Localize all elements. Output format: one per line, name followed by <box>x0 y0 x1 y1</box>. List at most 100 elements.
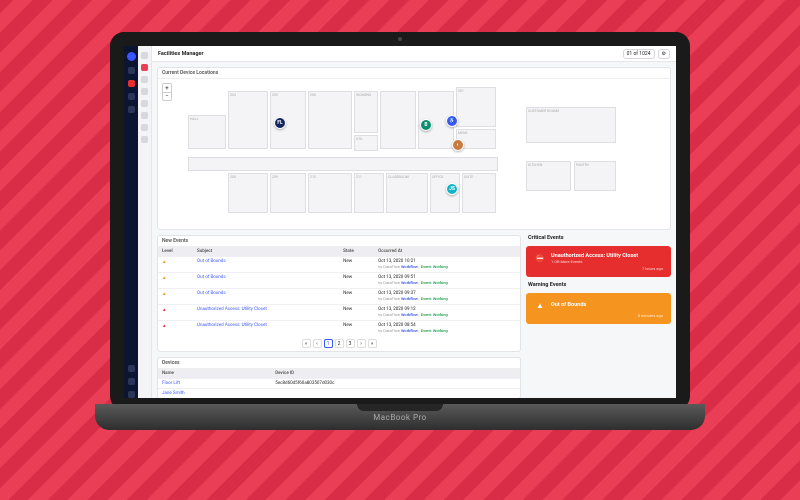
room: 208 <box>228 173 268 213</box>
event-subject[interactable]: Out of Bounds <box>193 289 339 305</box>
warning-event-card[interactable]: ▲ Out of Bounds 5 minutes ago <box>526 293 671 324</box>
floorplan-canvas: HALL204205206WOMENSUTIL201MENSCUSTOMER R… <box>188 87 662 221</box>
critical-event-time: 7 hours ago <box>534 266 663 271</box>
event-row[interactable]: ▲Unauthorized Access: Utility ClosetNewO… <box>158 321 520 337</box>
secondary-nav-rail <box>138 46 152 398</box>
event-occurred: Oct 13, 2020 08:54by DataFlow Workflow ·… <box>374 321 520 337</box>
critical-events-heading: Critical Events <box>526 235 671 241</box>
room: CLASSROOM <box>386 173 428 213</box>
col-device-id[interactable]: Device ID <box>271 369 520 379</box>
events-table: Level Subject State Occurred At ▲Out of … <box>158 247 520 336</box>
room: 206 <box>308 91 352 149</box>
laptop-brand-label: MacBook Pro <box>373 413 426 422</box>
devices-table-card: Devices Name Device ID Floor Lift5ec8d60… <box>157 357 521 398</box>
room <box>188 157 498 171</box>
nav-item-bottom-3[interactable] <box>128 391 135 398</box>
app-screen: Facilities Manager 01 of 1024 ⚙ Current … <box>124 46 676 398</box>
device-name[interactable]: Floor Lift <box>158 379 271 389</box>
nav-item-bottom-1[interactable] <box>128 365 135 372</box>
sec-nav-active[interactable] <box>141 64 148 71</box>
event-state: New <box>339 257 374 273</box>
sec-nav-3[interactable] <box>141 76 148 83</box>
zoom-control: + − <box>162 83 172 101</box>
event-row[interactable]: ▲Out of BoundsNewOct 13, 2020 09:51by Da… <box>158 273 520 289</box>
event-row[interactable]: ▲Out of BoundsNewOct 13, 2020 10:21by Da… <box>158 257 520 273</box>
col-device-name[interactable]: Name <box>158 369 271 379</box>
nav-item-alert[interactable] <box>128 80 135 87</box>
device-name[interactable]: Jane Smith <box>158 389 271 399</box>
event-subject[interactable]: Unauthorized Access: Utility Closet <box>193 305 339 321</box>
device-pin[interactable]: ◐ <box>452 139 464 151</box>
events-pagination: «‹123›» <box>158 336 520 351</box>
event-row[interactable]: ▲Out of BoundsNewOct 13, 2020 09:37by Da… <box>158 289 520 305</box>
page-header: Facilities Manager 01 of 1024 ⚙ <box>152 46 676 62</box>
sec-nav-6[interactable] <box>141 112 148 119</box>
room: 201 <box>456 87 496 127</box>
nav-item-4[interactable] <box>128 106 135 113</box>
critical-event-card[interactable]: ⛔ Unauthorized Access: Utility Closet 1 … <box>526 246 671 277</box>
event-state: New <box>339 321 374 337</box>
warning-triangle-icon: ▲ <box>534 299 546 311</box>
laptop-frame: Facilities Manager 01 of 1024 ⚙ Current … <box>95 32 705 447</box>
events-table-card: New Events Level Subject State Occurred … <box>157 235 521 352</box>
page-button[interactable]: ‹ <box>313 339 322 348</box>
event-state: New <box>339 305 374 321</box>
sec-nav-7[interactable] <box>141 124 148 131</box>
zoom-in-button[interactable]: + <box>163 84 171 92</box>
page-button[interactable]: 1 <box>324 339 333 348</box>
device-pin[interactable]: ♿ <box>446 115 458 127</box>
col-subject[interactable]: Subject <box>193 247 339 257</box>
page-button[interactable]: 2 <box>335 339 344 348</box>
events-table-title: New Events <box>158 236 520 247</box>
warning-event-time: 5 minutes ago <box>534 313 663 318</box>
device-row[interactable]: Floor Lift5ec8d60d5f60a803507d030c <box>158 379 520 389</box>
room: KITCHEN <box>526 161 571 191</box>
nav-item-bottom-2[interactable] <box>128 378 135 385</box>
event-subject[interactable]: Out of Bounds <box>193 257 339 273</box>
room: 210 <box>308 173 352 213</box>
level-icon: ▲ <box>158 289 193 305</box>
floorplan-map[interactable]: + − HALL204205206WOMENSUTIL201MENSCUSTOM… <box>158 79 670 229</box>
nav-item-3[interactable] <box>128 93 135 100</box>
sec-nav-1[interactable] <box>141 52 148 59</box>
page-button[interactable]: » <box>368 339 377 348</box>
page-title: Facilities Manager <box>158 51 204 57</box>
sec-nav-5[interactable] <box>141 100 148 107</box>
device-pin[interactable]: JS <box>446 183 458 195</box>
room <box>380 91 416 149</box>
record-pager[interactable]: 01 of 1024 <box>623 49 655 59</box>
sec-nav-8[interactable] <box>141 136 148 143</box>
app-logo-icon <box>127 52 136 61</box>
room: HALL <box>188 115 226 149</box>
device-pin[interactable]: FL <box>274 117 286 129</box>
col-occurred[interactable]: Occurred At <box>374 247 520 257</box>
page-button[interactable]: 3 <box>346 339 355 348</box>
event-row[interactable]: ▲Unauthorized Access: Utility ClosetNewO… <box>158 305 520 321</box>
room: SUITE <box>462 173 496 213</box>
event-subject[interactable]: Unauthorized Access: Utility Closet <box>193 321 339 337</box>
header-settings-button[interactable]: ⚙ <box>658 49 670 59</box>
devices-table-title: Devices <box>158 358 520 369</box>
sec-nav-4[interactable] <box>141 88 148 95</box>
event-subject[interactable]: Out of Bounds <box>193 273 339 289</box>
room: CUSTOMER ROOMS <box>526 107 616 143</box>
level-icon: ▲ <box>158 321 193 337</box>
page-button[interactable]: « <box>302 339 311 348</box>
device-pin[interactable]: B <box>420 119 432 131</box>
laptop-notch <box>357 404 443 411</box>
col-state[interactable]: State <box>339 247 374 257</box>
map-card: Current Device Locations + − HALL2042052… <box>157 67 671 230</box>
nav-item-1[interactable] <box>128 67 135 74</box>
room: 209 <box>270 173 306 213</box>
zoom-out-button[interactable]: − <box>163 92 171 100</box>
col-level[interactable]: Level <box>158 247 193 257</box>
level-icon: ▲ <box>158 305 193 321</box>
room: 211 <box>354 173 384 213</box>
page-button[interactable]: › <box>357 339 366 348</box>
room: PANTRY <box>574 161 616 191</box>
event-occurred: Oct 13, 2020 09:37by DataFlow Workflow ·… <box>374 289 520 305</box>
event-state: New <box>339 273 374 289</box>
level-icon: ▲ <box>158 273 193 289</box>
room: UTIL <box>354 135 378 151</box>
device-row[interactable]: Jane Smith <box>158 389 520 399</box>
